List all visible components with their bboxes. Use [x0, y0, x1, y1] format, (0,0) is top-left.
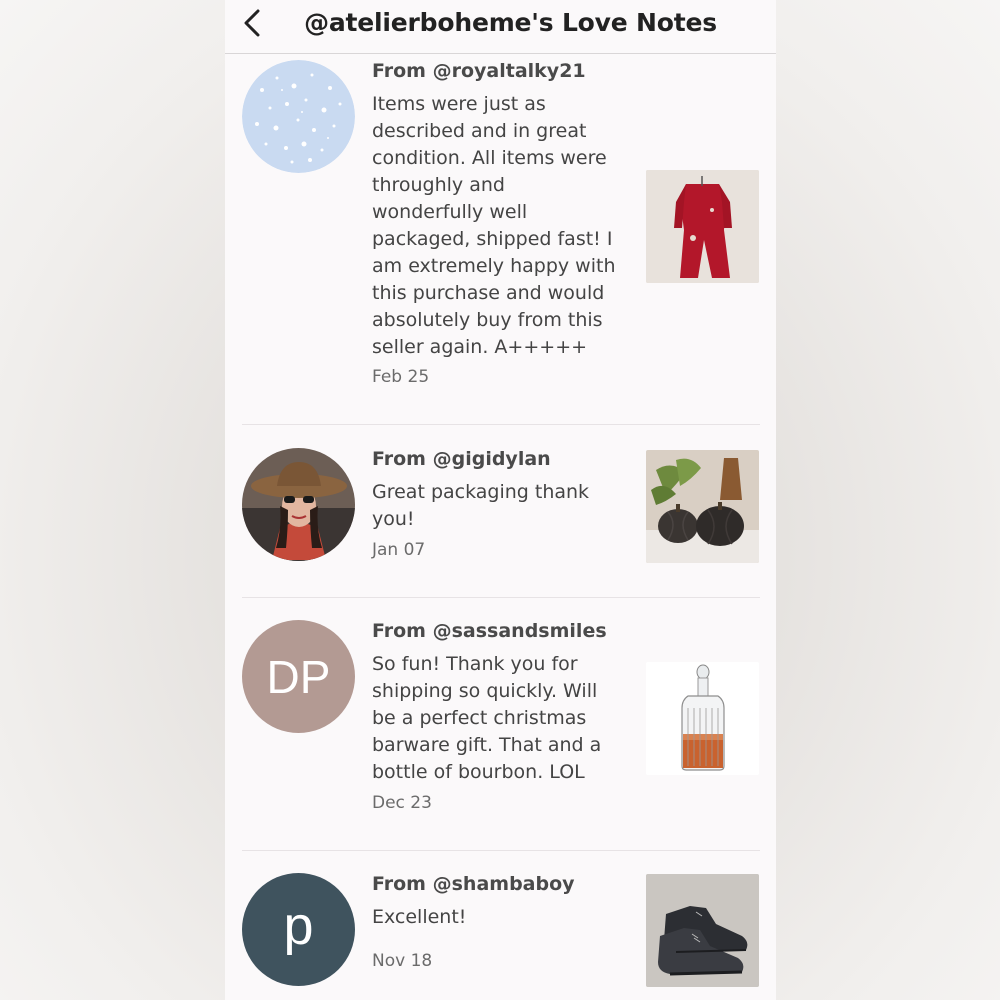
listing-thumbnail[interactable]: [646, 874, 759, 987]
love-note: p From @shambaboy Excellent! Nov 18: [242, 873, 760, 1000]
snowflake-pattern-avatar: [242, 60, 355, 173]
love-note: DP From @sassandsmiles So fun! Thank you…: [242, 620, 760, 830]
back-button[interactable]: [235, 6, 269, 40]
divider: [242, 597, 760, 598]
sender-username[interactable]: @royaltalky21: [433, 60, 586, 82]
avatar[interactable]: [242, 60, 355, 173]
note-body: So fun! Thank you for shipping so quickl…: [372, 653, 602, 783]
note-date: Dec 23: [372, 793, 432, 813]
divider: [242, 424, 760, 425]
decanter-photo: [646, 662, 759, 775]
note-body: Excellent!: [372, 906, 467, 928]
sender-username[interactable]: @gigidylan: [433, 448, 551, 470]
divider: [242, 850, 760, 851]
pumpkin-decor-photo: [646, 450, 759, 563]
sender-username[interactable]: @shambaboy: [433, 873, 575, 895]
note-sender: From @royaltalky21: [372, 60, 586, 82]
from-label: From: [372, 873, 433, 895]
note-sender: From @gigidylan: [372, 448, 551, 470]
listing-thumbnail[interactable]: [646, 450, 759, 563]
avatar-initials: p: [283, 895, 314, 956]
page-title: @atelierboheme's Love Notes: [304, 8, 717, 37]
note-date: Feb 25: [372, 367, 430, 387]
note-date: Jan 07: [372, 540, 426, 560]
love-note: From @royaltalky21 Items were just as de…: [242, 60, 760, 400]
red-outfit-photo: [646, 170, 759, 283]
listing-thumbnail[interactable]: [646, 170, 759, 283]
note-body: Great packaging thank you!: [372, 481, 590, 530]
avatar-initials: DP: [266, 650, 331, 703]
from-label: From: [372, 620, 433, 642]
avatar[interactable]: DP: [242, 620, 355, 733]
love-note: From @gigidylan Great packaging thank yo…: [242, 448, 760, 573]
avatar[interactable]: p: [242, 873, 355, 986]
note-body: Items were just as described and in grea…: [372, 93, 616, 358]
user-photo-avatar: [242, 448, 355, 561]
note-sender: From @shambaboy: [372, 873, 575, 895]
note-sender: From @sassandsmiles: [372, 620, 607, 642]
boots-photo: [646, 874, 759, 987]
chevron-left-icon: [244, 9, 260, 37]
from-label: From: [372, 448, 433, 470]
avatar[interactable]: [242, 448, 355, 561]
love-notes-screen: @atelierboheme's Love Notes From @royalt: [225, 0, 776, 1000]
listing-thumbnail[interactable]: [646, 662, 759, 775]
sender-username[interactable]: @sassandsmiles: [433, 620, 607, 642]
note-date: Nov 18: [372, 951, 433, 971]
from-label: From: [372, 60, 433, 82]
header: @atelierboheme's Love Notes: [225, 0, 776, 54]
